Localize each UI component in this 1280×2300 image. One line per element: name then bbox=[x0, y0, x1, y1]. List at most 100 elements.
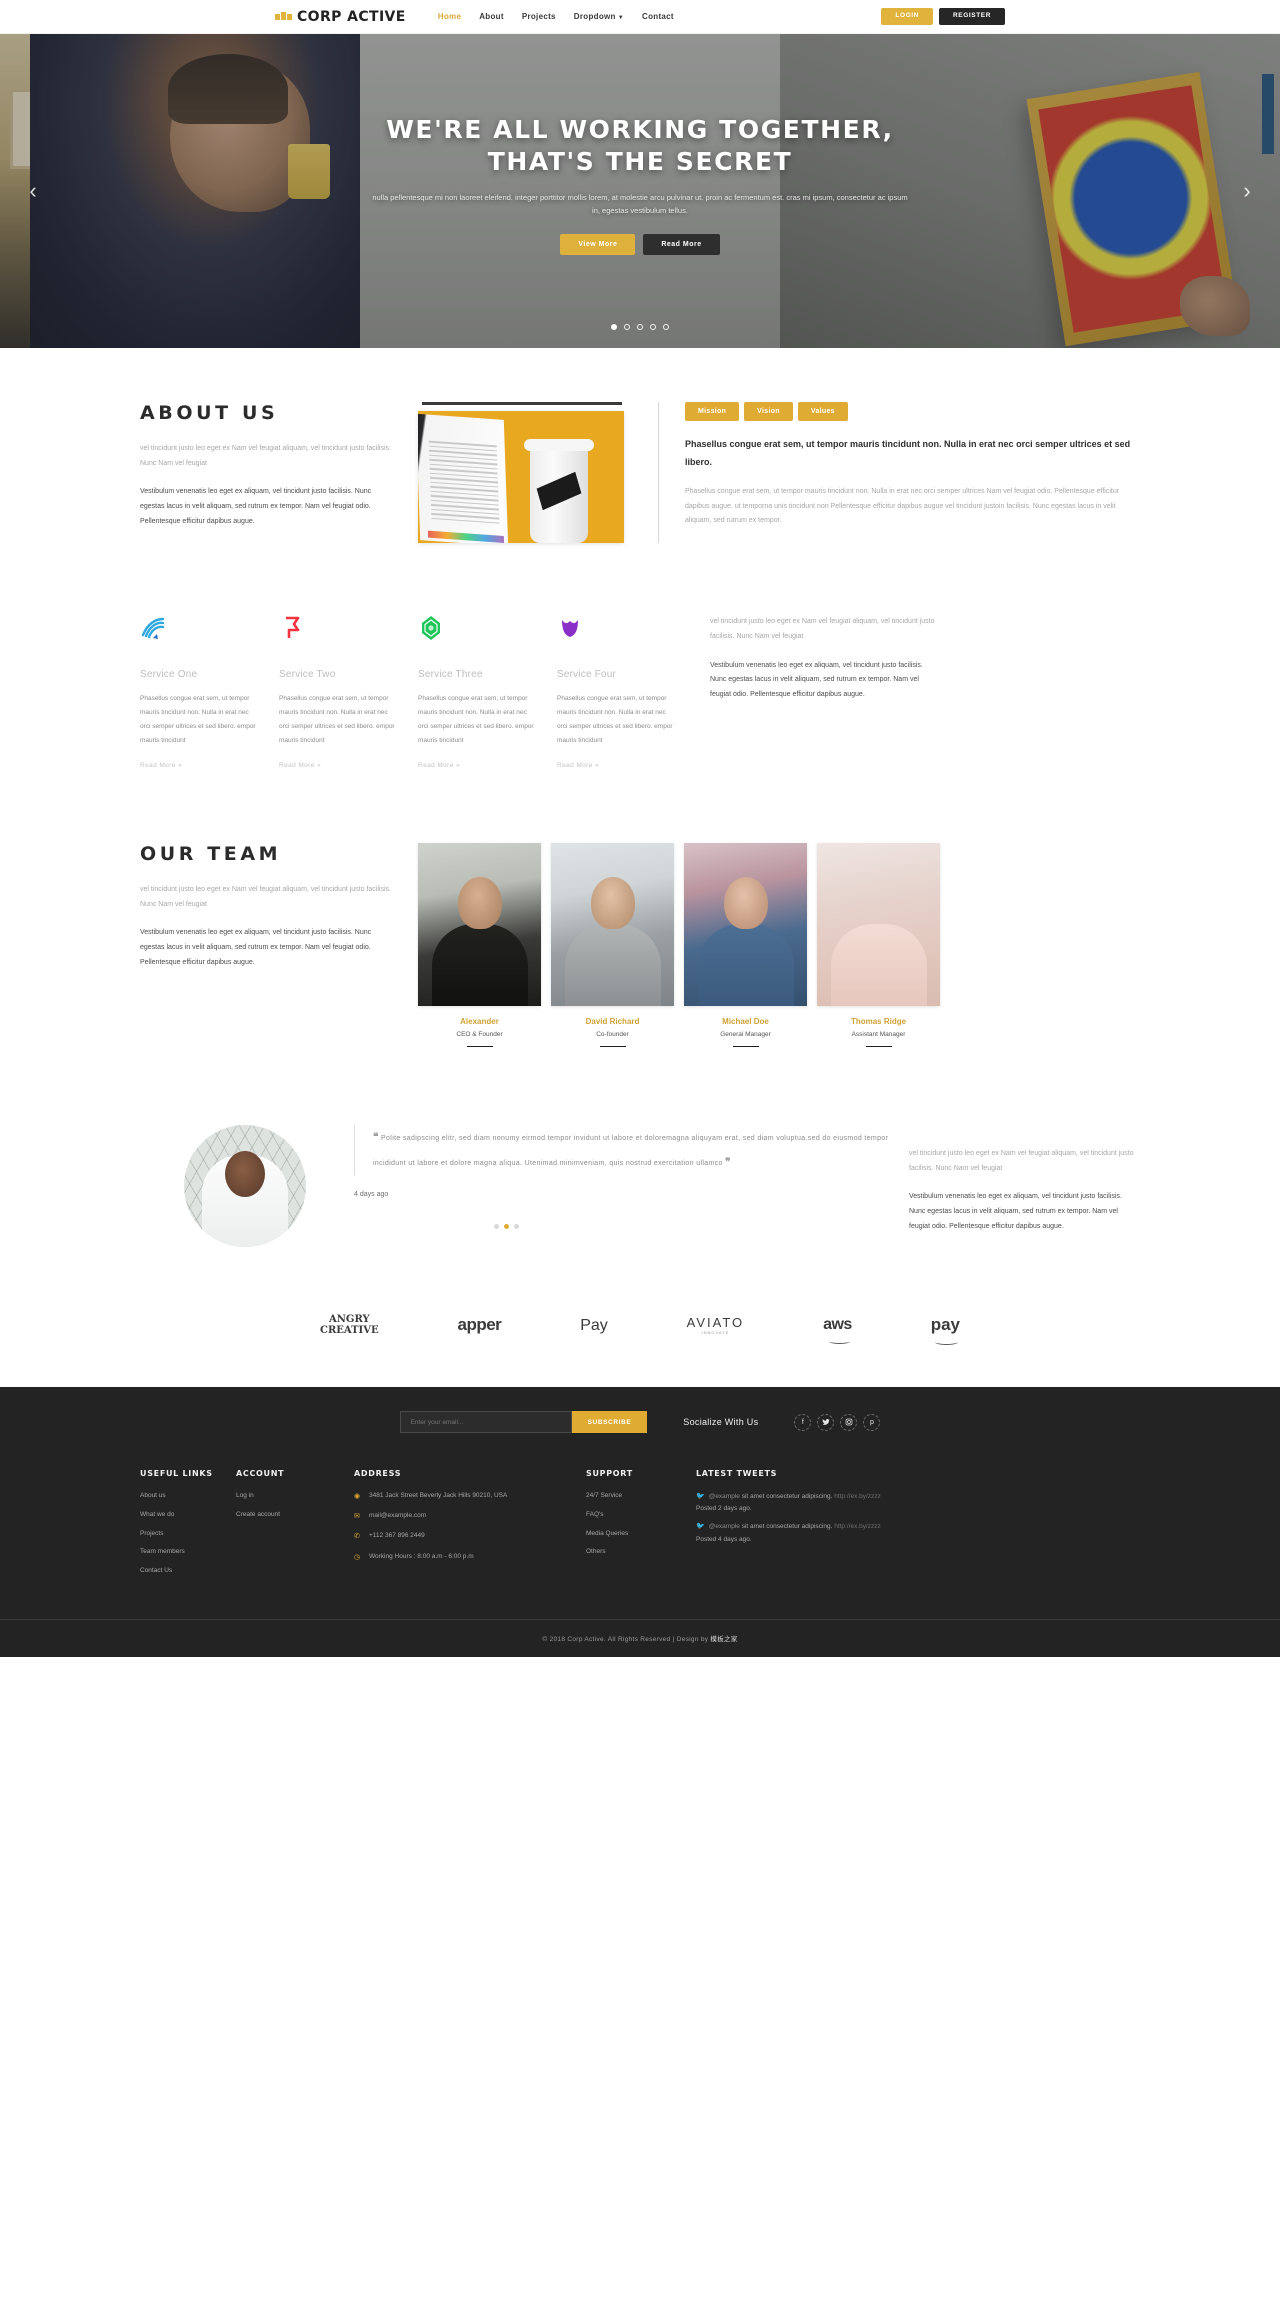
team-title: OUR TEAM bbox=[140, 843, 282, 866]
carousel-dot-4[interactable] bbox=[650, 324, 656, 330]
footer-latest-tweets: LATEST TWEETS 🐦 @example sit amet consect… bbox=[696, 1469, 896, 1585]
socialize-label: Socialize With Us bbox=[683, 1417, 759, 1428]
address-line-phone[interactable]: ✆ +112 367 896 2449 bbox=[354, 1531, 586, 1542]
pinterest-icon[interactable]: p bbox=[863, 1413, 881, 1431]
view-more-button[interactable]: View More bbox=[560, 233, 636, 255]
brand-logo-apple-pay: Pay bbox=[580, 1307, 608, 1343]
team-cards: Alexander CEO & Founder David Richard Co… bbox=[418, 843, 1140, 1047]
nav-item-dropdown[interactable]: Dropdown ▼ bbox=[574, 12, 624, 21]
footer-link-create-account[interactable]: Create account bbox=[236, 1510, 354, 1520]
navbar-inner: CORP ACTIVE Home About Projects Dropdown… bbox=[275, 8, 1005, 25]
team-member-card[interactable]: Michael Doe General Manager bbox=[684, 843, 807, 1047]
nav-item-projects[interactable]: Projects bbox=[522, 12, 556, 21]
tweet-text: sit amet consectetur adipiscing. bbox=[741, 1493, 833, 1501]
footer-heading-account: ACCOUNT bbox=[236, 1469, 285, 1479]
testimonial-dot-3[interactable] bbox=[514, 1224, 519, 1230]
tulip-icon bbox=[557, 615, 676, 645]
nav-item-home[interactable]: Home bbox=[438, 12, 461, 21]
services-aside-p1: vel tincidunt justo leo eget ex Nam vel … bbox=[710, 618, 935, 640]
tweet-link[interactable]: http://ex.by/zzzz bbox=[834, 1493, 881, 1500]
top-navbar: CORP ACTIVE Home About Projects Dropdown… bbox=[0, 0, 1280, 34]
footer-link-24-7-service[interactable]: 24/7 Service bbox=[586, 1491, 696, 1501]
tweet-handle[interactable]: @example bbox=[709, 1523, 740, 1530]
service-title-3: Service Three bbox=[418, 669, 483, 681]
team-member-card[interactable]: David Richard Co-founder bbox=[551, 843, 674, 1047]
address-line-email[interactable]: ✉ mail@example.com bbox=[354, 1511, 586, 1522]
brand-logo-group[interactable]: CORP ACTIVE bbox=[275, 9, 406, 25]
instagram-icon[interactable] bbox=[840, 1413, 858, 1431]
team-member-name: Alexander bbox=[460, 1017, 499, 1027]
subscribe-button[interactable]: SUBSCRIBE bbox=[571, 1411, 648, 1434]
address-line-location: ◉ 3481 Jack Street Beverly Jack Hills 902… bbox=[354, 1491, 586, 1502]
brand-aviato-text: AVIATO bbox=[686, 1315, 745, 1331]
testimonial-aside-p2: Vestibulum venenatis leo eget ex aliquam… bbox=[909, 1193, 1122, 1230]
team-member-name: David Richard bbox=[585, 1017, 640, 1027]
team-member-card[interactable]: Alexander CEO & Founder bbox=[418, 843, 541, 1047]
read-more-button[interactable]: Read More bbox=[643, 233, 720, 255]
carousel-dot-2[interactable] bbox=[624, 324, 630, 330]
footer-account: ACCOUNT Log in Create account bbox=[236, 1469, 354, 1585]
location-pin-icon: ◉ bbox=[354, 1493, 361, 1501]
nav-item-contact[interactable]: Contact bbox=[642, 12, 674, 21]
team-member-photo bbox=[684, 843, 807, 1007]
chevron-down-icon: ▼ bbox=[617, 15, 624, 21]
team-member-name: Michael Doe bbox=[722, 1017, 769, 1027]
tab-vision[interactable]: Vision bbox=[744, 402, 793, 421]
carousel-dot-5[interactable] bbox=[663, 324, 669, 330]
team-section: OUR TEAM vel tincidunt justo leo eget ex… bbox=[0, 769, 1280, 1047]
testimonial-section: ❝ Polite sadipscing elitr, sed diam nonu… bbox=[0, 1047, 1280, 1248]
footer-link-faqs[interactable]: FAQ's bbox=[586, 1510, 696, 1520]
testimonial-dot-1[interactable] bbox=[494, 1224, 499, 1230]
hero-title-line2: THAT'S THE SECRET bbox=[487, 147, 793, 176]
tweet-link[interactable]: http://ex.by/zzzz bbox=[834, 1523, 881, 1530]
service-title-4: Service Four bbox=[557, 669, 617, 681]
team-member-card[interactable]: Thomas Ridge Assistant Manager bbox=[817, 843, 940, 1047]
gem-icon bbox=[418, 615, 537, 645]
login-button[interactable]: LOGIN bbox=[881, 8, 933, 25]
footer-link-about-us[interactable]: About us bbox=[140, 1491, 236, 1501]
phone-icon: ✆ bbox=[354, 1533, 360, 1541]
page-root: CORP ACTIVE Home About Projects Dropdown… bbox=[0, 0, 1280, 1657]
service-read-more-3[interactable]: Read More » bbox=[418, 762, 537, 769]
footer-link-others[interactable]: Others bbox=[586, 1547, 696, 1557]
tweet-item: 🐦 @example sit amet consectetur adipiscin… bbox=[696, 1491, 896, 1512]
hours-text: Working Hours : 8:00 a.m - 6:00 p.m bbox=[369, 1552, 474, 1560]
facebook-icon[interactable]: f bbox=[794, 1413, 812, 1431]
carousel-dot-3[interactable] bbox=[637, 324, 643, 330]
carousel-next-arrow-icon[interactable]: › bbox=[1232, 178, 1262, 204]
service-read-more-1[interactable]: Read More » bbox=[140, 762, 259, 769]
footer-heading-latest-tweets: LATEST TWEETS bbox=[696, 1469, 778, 1479]
testimonial-dot-2[interactable] bbox=[504, 1224, 509, 1230]
service-read-more-2[interactable]: Read More » bbox=[279, 762, 398, 769]
team-paragraph-1: vel tincidunt justo leo eget ex Nam vel … bbox=[140, 886, 391, 908]
carousel-prev-arrow-icon[interactable]: ‹ bbox=[18, 178, 48, 204]
nav-item-about[interactable]: About bbox=[479, 12, 504, 21]
avatar bbox=[184, 1125, 306, 1248]
team-member-role: General Manager bbox=[684, 1031, 807, 1047]
service-body-1: Phasellus congue erat sem, ut tempor mau… bbox=[140, 695, 256, 745]
footer-link-projects[interactable]: Projects bbox=[140, 1529, 236, 1539]
register-button[interactable]: REGISTER bbox=[938, 8, 1005, 25]
footer-link-team-members[interactable]: Team members bbox=[140, 1547, 236, 1557]
footer-link-media-queries[interactable]: Media Queries bbox=[586, 1529, 696, 1539]
twitter-icon[interactable] bbox=[817, 1413, 835, 1431]
tweet-handle[interactable]: @example bbox=[709, 1493, 740, 1500]
designer-name[interactable]: 模板之家 bbox=[710, 1636, 737, 1643]
hero-subtitle: nulla pellentesque mi non laoreet eleife… bbox=[372, 192, 908, 216]
address-text: 3481 Jack Street Beverly Jack Hills 9021… bbox=[369, 1492, 508, 1500]
footer-link-what-we-do[interactable]: What we do bbox=[140, 1510, 236, 1520]
subscribe-form: SUBSCRIBE bbox=[399, 1411, 648, 1434]
footer-heading-address: ADDRESS bbox=[354, 1469, 402, 1479]
footer-link-contact-us[interactable]: Contact Us bbox=[140, 1566, 236, 1576]
brand-logo-angry-creative: ANGRY CREATIVE bbox=[320, 1307, 379, 1343]
tab-mission[interactable]: Mission bbox=[685, 402, 740, 421]
team-member-role: Co-founder bbox=[551, 1031, 674, 1047]
about-image-top-bar bbox=[422, 402, 622, 405]
phone-text: +112 367 896 2449 bbox=[369, 1532, 425, 1540]
service-body-3: Phasellus congue erat sem, ut tempor mau… bbox=[418, 695, 534, 745]
service-read-more-4[interactable]: Read More » bbox=[557, 762, 676, 769]
footer-link-login[interactable]: Log in bbox=[236, 1491, 354, 1501]
email-input[interactable] bbox=[399, 1411, 572, 1434]
tab-values[interactable]: Values bbox=[797, 402, 848, 421]
carousel-dot-1[interactable] bbox=[611, 324, 617, 330]
